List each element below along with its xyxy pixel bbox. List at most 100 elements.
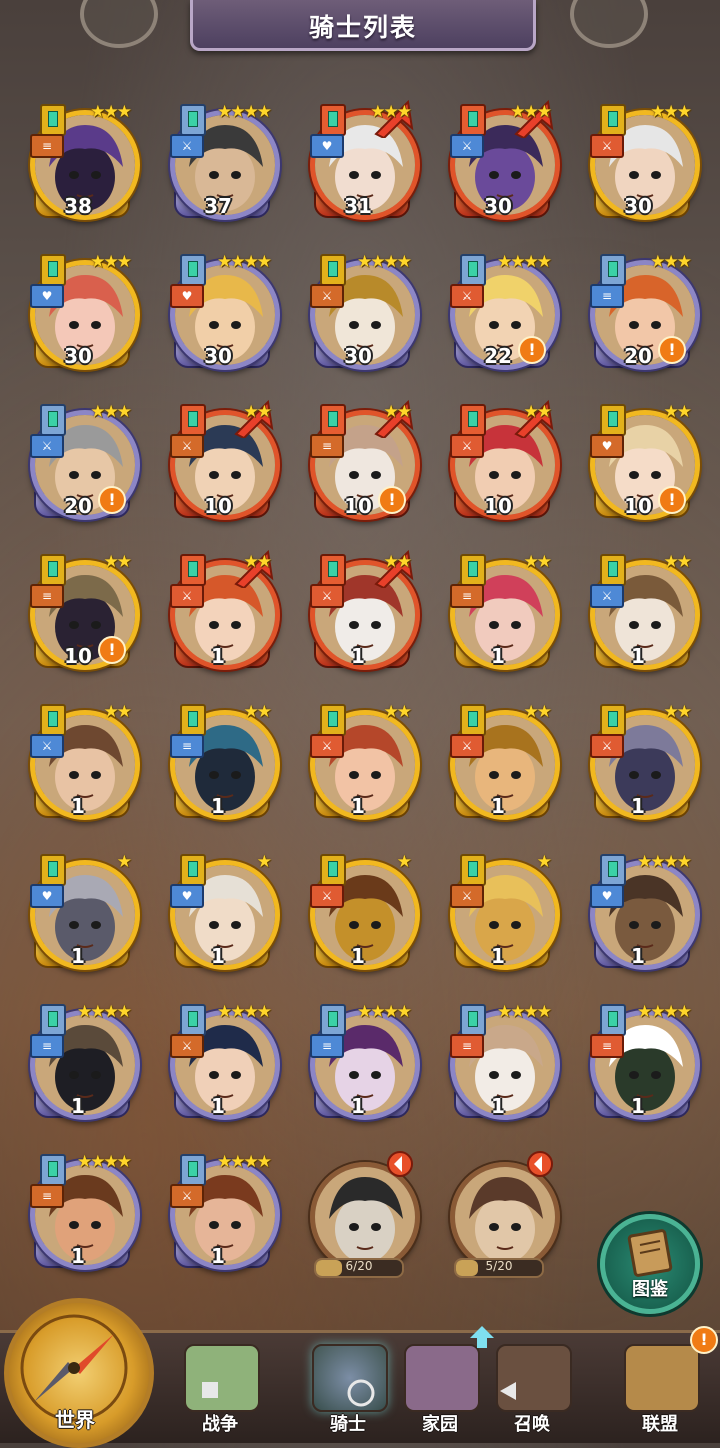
knight-shard-card[interactable]: 5/20 — [440, 1151, 560, 1282]
knight-card[interactable]: ⚔ ★ 1 — [440, 850, 560, 978]
knight-card[interactable]: ⚔ ★★ 10 — [160, 399, 280, 528]
clock-decoration — [570, 0, 648, 48]
knight-card[interactable]: ⚔ ★★★ 20! — [20, 400, 140, 528]
role-badge-icon: ≡ — [170, 734, 204, 758]
knight-card[interactable]: ⚔ ★★★★ 1 — [160, 1150, 280, 1278]
knight-card[interactable]: ≡ ★★★★ 1 — [440, 1000, 560, 1128]
role-symbol: ⚔ — [461, 889, 473, 903]
knight-card[interactable]: ⚔ ★★ 10 — [440, 399, 560, 528]
knight-card[interactable]: ♥ ★ 1 — [160, 850, 280, 978]
knight-card[interactable]: ⚔ ★★★ 30 — [580, 100, 700, 228]
knight-card[interactable]: ≡ ★★★★ 1 — [300, 1000, 420, 1128]
nav-map[interactable]: 战争 — [172, 1338, 268, 1438]
knight-card[interactable]: ⚔ ★★ 1 — [20, 700, 140, 828]
knight-card[interactable]: ≡ ★★ 10! — [300, 399, 420, 528]
knight-card[interactable]: ♥ ★★★ 31 — [300, 99, 420, 228]
nav-world-label: 世界 — [55, 1408, 95, 1432]
knight-card[interactable]: ⚔ ★★★ 30 — [440, 99, 560, 228]
nav-label: 战争 — [202, 1414, 238, 1435]
class-badge-icon — [320, 404, 346, 436]
knight-card[interactable]: ⚔ ★★★★ 30 — [300, 250, 420, 378]
recent-apps-button[interactable] — [200, 1380, 220, 1404]
nav-world[interactable]: 世界 — [0, 1296, 154, 1448]
knight-card[interactable]: ≡ ★★ 10! — [20, 550, 140, 678]
codex-button[interactable]: 图鉴 — [600, 1214, 700, 1314]
star-rating: ★★ — [243, 402, 273, 422]
class-badge-icon — [460, 404, 486, 436]
knight-level: 1 — [631, 944, 645, 968]
knight-card[interactable]: ⚔ ★★★★ 37 — [160, 100, 280, 228]
knight-card[interactable]: ⚔ ★★ 1 — [300, 700, 420, 828]
class-mark — [328, 561, 338, 577]
knight-card[interactable]: ⚔ ★★ 1 — [440, 700, 560, 828]
class-mark — [608, 411, 618, 427]
class-mark — [328, 411, 338, 427]
class-mark — [48, 261, 58, 277]
knight-card[interactable]: ⚔ ★★ 1 — [580, 700, 700, 828]
guild-icon — [624, 1344, 700, 1412]
knight-card[interactable]: ⚔ ★★ 1 — [300, 549, 420, 678]
knight-card[interactable]: ≡ ★★ 1 — [160, 700, 280, 828]
role-badge-icon: ⚔ — [450, 284, 484, 308]
knight-level: 1 — [351, 1094, 365, 1118]
role-badge-icon: ⚔ — [450, 434, 484, 458]
class-badge-icon — [320, 704, 346, 736]
role-badge-icon: ≡ — [310, 434, 344, 458]
role-symbol: ⚔ — [461, 739, 473, 753]
knight-card[interactable]: ♥ ★★ 10! — [580, 400, 700, 528]
role-symbol: ♥ — [601, 889, 613, 903]
role-badge-icon: ≡ — [590, 1034, 624, 1058]
knight-card[interactable]: ≡ ★★★ 20! — [580, 250, 700, 378]
knight-card[interactable]: ⚔ ★★ 1 — [160, 549, 280, 678]
role-symbol: ♥ — [181, 289, 193, 303]
knight-card[interactable]: ♥ ★ 1 — [20, 850, 140, 978]
class-mark — [188, 711, 198, 727]
class-badge-icon — [40, 854, 66, 886]
role-symbol: ⚔ — [601, 589, 613, 603]
class-badge-icon — [40, 704, 66, 736]
knight-card[interactable]: ≡ ★★★ 38 — [20, 100, 140, 228]
star-rating: ★★ — [383, 552, 413, 572]
home-button[interactable] — [346, 1378, 376, 1412]
knight-card[interactable]: ♥ ★★★★ 1 — [580, 850, 700, 978]
role-badge-icon: ⚔ — [590, 134, 624, 158]
role-badge-icon: ≡ — [30, 134, 64, 158]
knight-card[interactable]: ≡ ★★★★ 1 — [20, 1150, 140, 1278]
nav-guild[interactable]: 联盟 — [612, 1338, 708, 1438]
up-arrow-icon[interactable] — [470, 1326, 494, 1348]
knight-level: 1 — [491, 794, 505, 818]
codex-label: 图鉴 — [632, 1279, 668, 1300]
knight-shard-card[interactable]: 6/20 — [300, 1151, 420, 1282]
role-badge-icon: ⚔ — [450, 134, 484, 158]
knight-level: 1 — [491, 944, 505, 968]
star-rating: ★ — [396, 852, 412, 872]
class-mark — [468, 261, 478, 277]
nav-label: 骑士 — [330, 1414, 366, 1435]
knight-card[interactable]: ♥ ★★★ 30 — [20, 250, 140, 378]
star-rating: ★★★ — [650, 252, 692, 272]
knight-card[interactable]: ≡ ★★ 1 — [440, 550, 560, 678]
nav-house[interactable]: 家园 — [392, 1338, 488, 1438]
knight-card[interactable]: ⚔ ★★ 1 — [580, 550, 700, 678]
knight-card[interactable]: ≡ ★★★★ 1 — [580, 1000, 700, 1128]
class-mark — [328, 711, 338, 727]
knight-card[interactable]: ≡ ★★★★ 1 — [20, 1000, 140, 1128]
class-mark — [188, 1011, 198, 1027]
star-rating: ★★★★ — [217, 1152, 272, 1172]
knight-card[interactable]: ♥ ★★★★ 30 — [160, 250, 280, 378]
role-symbol: ⚔ — [181, 1189, 193, 1203]
back-button[interactable] — [498, 1380, 518, 1406]
star-rating: ★★★★ — [77, 1152, 132, 1172]
knight-level: 1 — [71, 1094, 85, 1118]
knight-card[interactable]: ⚔ ★★★★ 22! — [440, 250, 560, 378]
role-badge-icon: ♥ — [310, 134, 344, 158]
knight-card[interactable]: ⚔ ★ 1 — [300, 850, 420, 978]
star-rating: ★★ — [663, 402, 693, 422]
class-mark — [608, 561, 618, 577]
role-badge-icon: ≡ — [310, 1034, 344, 1058]
knight-card[interactable]: ⚔ ★★★★ 1 — [160, 1000, 280, 1128]
role-badge-icon: ⚔ — [170, 1184, 204, 1208]
class-badge-icon — [600, 104, 626, 136]
knight-level: 30 — [64, 344, 92, 368]
class-badge-icon — [460, 104, 486, 136]
